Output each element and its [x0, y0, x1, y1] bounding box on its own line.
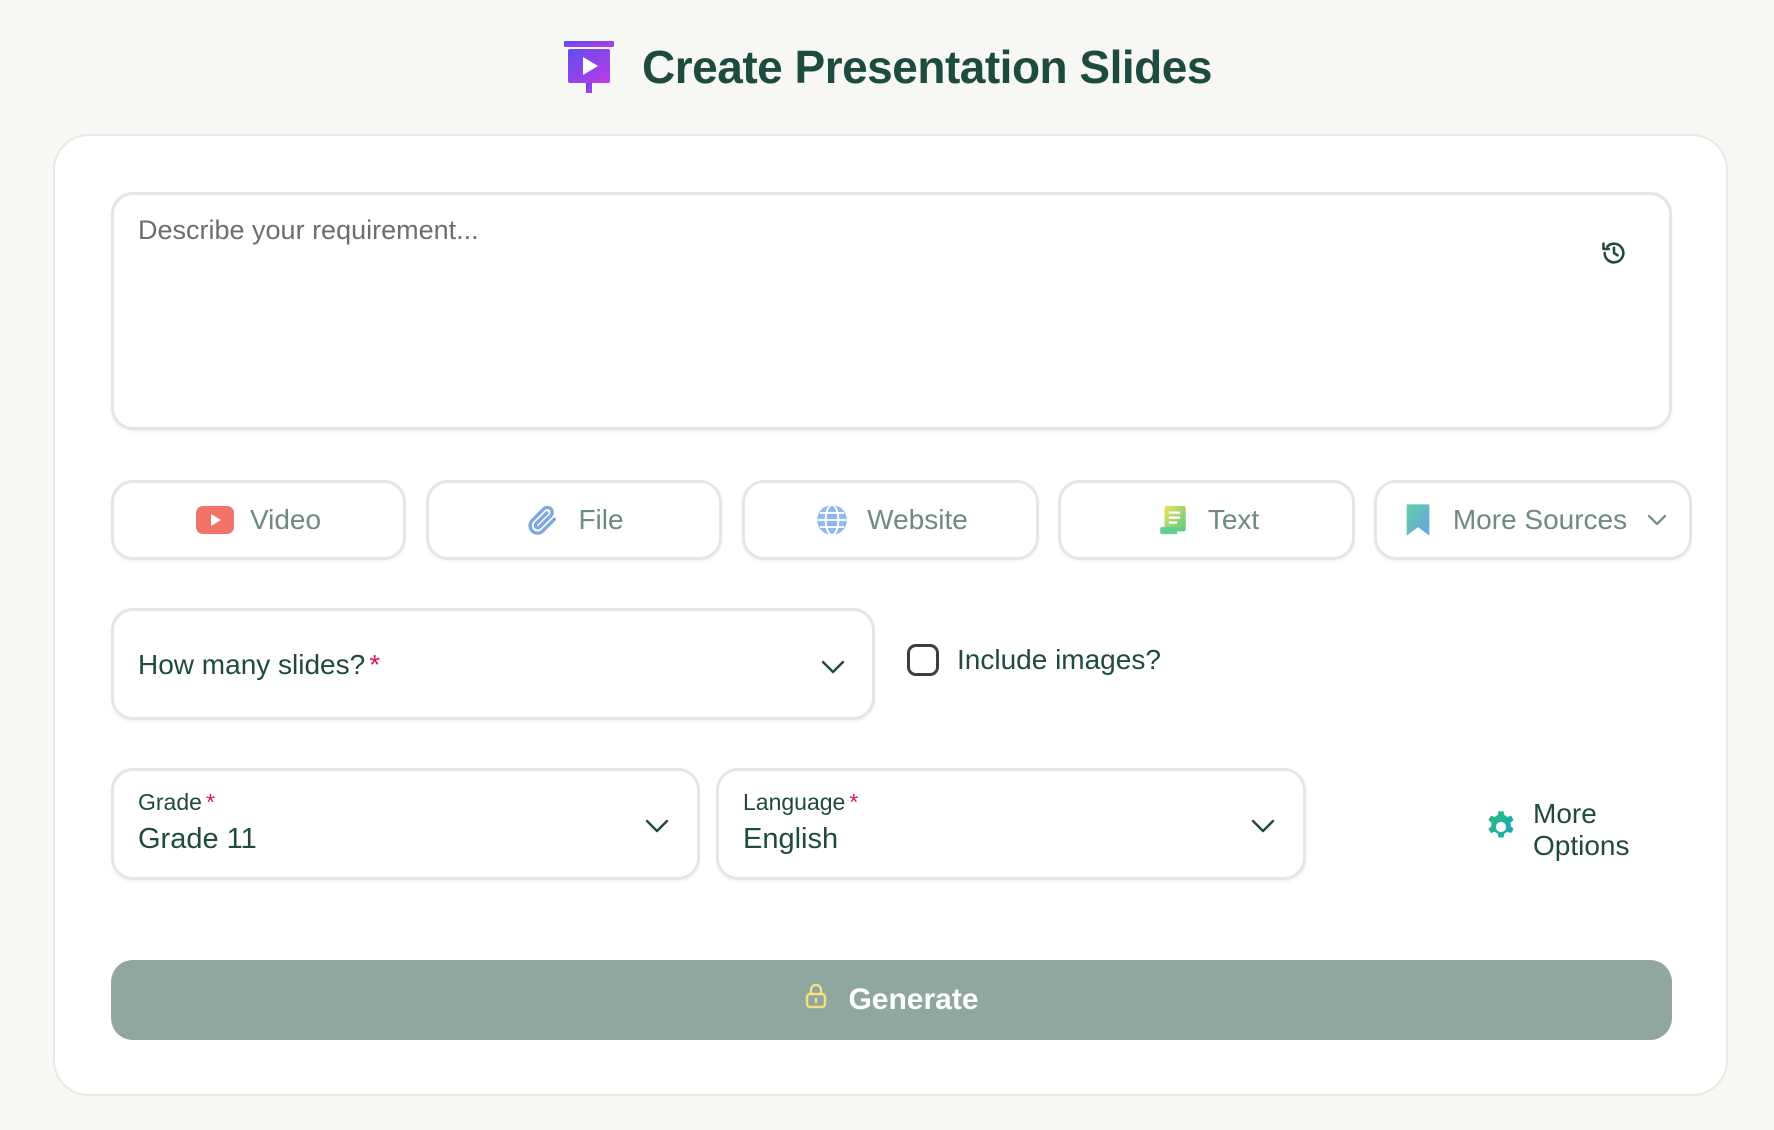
include-images-checkbox[interactable]	[907, 644, 939, 676]
grade-label: Grade *	[138, 789, 215, 815]
required-mark: *	[369, 649, 381, 680]
language-label: Language *	[743, 789, 859, 815]
page-title: Create Presentation Slides	[642, 41, 1212, 93]
generate-button[interactable]: Generate	[111, 960, 1672, 1040]
paperclip-icon	[524, 501, 562, 539]
presentation-play-icon	[562, 39, 616, 95]
form-card: Video File Website	[53, 134, 1728, 1096]
source-buttons: Video File Website Text More Sources	[111, 480, 1751, 560]
youtube-icon	[195, 501, 234, 539]
video-source-label: Video	[249, 504, 322, 535]
requirement-input[interactable]	[138, 215, 1538, 405]
lock-icon	[804, 982, 828, 1018]
more-sources-label: More Sources	[1452, 504, 1628, 535]
generate-label: Generate	[848, 983, 979, 1016]
chevron-down-icon	[1648, 514, 1667, 526]
slides-count-select[interactable]: How many slides? *	[111, 608, 875, 720]
page-header: Create Presentation Slides	[0, 0, 1774, 134]
text-source-button[interactable]: Text	[1058, 480, 1355, 560]
more-options-button[interactable]: More Options	[1483, 798, 1671, 862]
gear-icon	[1483, 809, 1519, 852]
chevron-down-icon	[645, 819, 669, 833]
include-images-label: Include images?	[957, 644, 1161, 675]
file-source-label: File	[578, 504, 624, 535]
chevron-down-icon	[821, 660, 845, 674]
language-select[interactable]: Language * English	[716, 768, 1306, 880]
text-document-icon	[1154, 501, 1192, 539]
grade-select[interactable]: Grade * Grade 11	[111, 768, 700, 880]
history-icon[interactable]	[1598, 237, 1630, 269]
video-source-button[interactable]: Video	[111, 480, 406, 560]
file-source-button[interactable]: File	[426, 480, 722, 560]
language-value: English	[743, 823, 839, 855]
text-source-label: Text	[1207, 504, 1260, 535]
settings-row: Grade * Grade 11 Language * English More…	[111, 768, 1671, 880]
chevron-down-icon	[1251, 819, 1275, 833]
website-source-button[interactable]: Website	[742, 480, 1039, 560]
required-mark: *	[849, 789, 859, 815]
required-mark: *	[205, 789, 215, 815]
include-images-toggle[interactable]: Include images?	[907, 644, 1161, 676]
slides-row: How many slides? * Include images?	[111, 608, 1671, 720]
bookmark-icon	[1399, 501, 1437, 539]
more-sources-button[interactable]: More Sources	[1374, 480, 1692, 560]
more-options-label: More Options	[1533, 798, 1630, 861]
grade-value: Grade 11	[138, 823, 257, 855]
globe-icon	[813, 501, 851, 539]
website-source-label: Website	[867, 504, 968, 535]
slides-count-label: How many slides? *	[138, 649, 381, 680]
requirement-box	[111, 192, 1672, 430]
